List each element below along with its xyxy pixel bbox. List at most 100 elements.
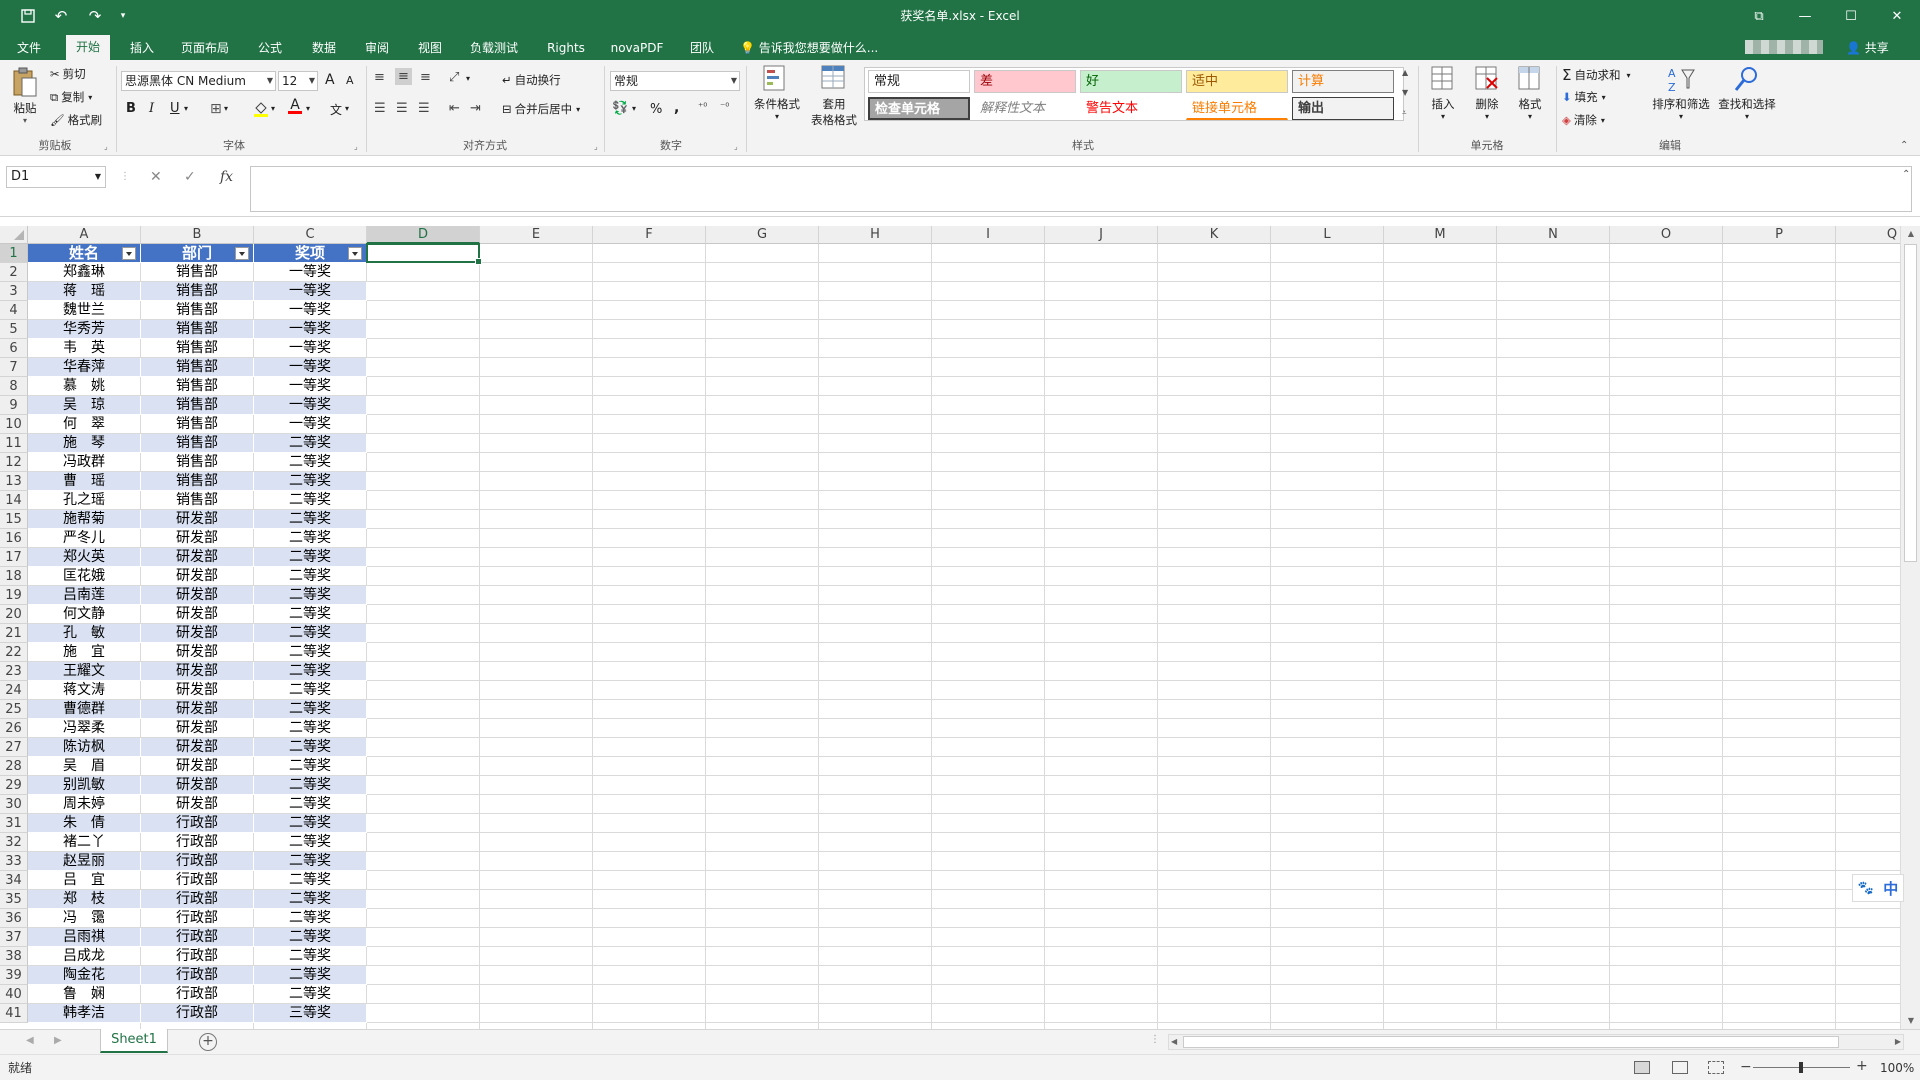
scroll-right-icon[interactable]: ▶ (1895, 1035, 1901, 1049)
cancel-entry-icon[interactable]: ✕ (150, 166, 162, 188)
table-cell[interactable]: 二等奖 (254, 871, 367, 890)
row-header[interactable]: 23 (0, 662, 28, 681)
table-cell[interactable]: 销售部 (141, 377, 254, 396)
table-cell[interactable]: 销售部 (141, 282, 254, 301)
table-cell[interactable]: 销售部 (141, 453, 254, 472)
table-cell[interactable]: 王耀文 (28, 662, 141, 681)
scroll-left-icon[interactable]: ◀ (1171, 1035, 1177, 1049)
italic-button[interactable]: I (149, 101, 154, 116)
table-cell[interactable]: 赵昱丽 (28, 852, 141, 871)
zoom-slider-thumb[interactable] (1799, 1062, 1803, 1073)
table-cell[interactable]: 郑 枝 (28, 890, 141, 909)
table-cell[interactable]: 一等奖 (254, 320, 367, 339)
table-cell[interactable]: 行政部 (141, 890, 254, 909)
paste-dropdown-icon[interactable]: ▾ (8, 116, 42, 125)
column-header-j[interactable]: J (1045, 226, 1158, 244)
column-header-g[interactable]: G (706, 226, 819, 244)
table-cell[interactable]: 褚二丫 (28, 833, 141, 852)
style-calculation[interactable]: 计算 (1292, 70, 1394, 93)
save-icon[interactable] (18, 0, 38, 32)
table-cell[interactable]: 郑火英 (28, 548, 141, 567)
zoom-in-icon[interactable]: + (1856, 1058, 1868, 1074)
vertical-scrollbar[interactable]: ▲ ▼ (1900, 226, 1920, 1029)
table-cell[interactable]: 吕成龙 (28, 947, 141, 966)
table-cell[interactable]: 二等奖 (254, 966, 367, 985)
tab-insert[interactable]: 插入 (120, 36, 164, 60)
table-cell[interactable]: 二等奖 (254, 852, 367, 871)
align-top-icon[interactable]: ≡ (374, 70, 385, 85)
scroll-up-icon[interactable]: ▲ (1901, 226, 1920, 242)
table-cell[interactable]: 孔 敏 (28, 624, 141, 643)
table-cell[interactable]: 二等奖 (254, 434, 367, 453)
table-cell[interactable]: 行政部 (141, 985, 254, 1004)
table-cell[interactable]: 研发部 (141, 586, 254, 605)
table-cell[interactable]: 销售部 (141, 339, 254, 358)
fill-button[interactable]: ⬇ 填充 ▾ (1562, 89, 1606, 105)
table-cell[interactable]: 研发部 (141, 529, 254, 548)
paste-button[interactable]: 粘贴 ▾ (8, 66, 42, 125)
orientation-icon[interactable]: ⤢ (449, 70, 459, 85)
table-cell[interactable]: 二等奖 (254, 681, 367, 700)
underline-button[interactable]: U (170, 101, 180, 116)
table-cell[interactable]: 何 翠 (28, 415, 141, 434)
tab-data[interactable]: 数据 (300, 36, 348, 60)
column-header-h[interactable]: H (819, 226, 932, 244)
row-header[interactable]: 14 (0, 491, 28, 510)
table-cell[interactable]: 二等奖 (254, 814, 367, 833)
gallery-down-icon[interactable]: ▼ (1402, 88, 1408, 97)
conditional-formatting-button[interactable]: 条件格式 ▾ (750, 64, 804, 121)
tab-team[interactable]: 团队 (682, 36, 722, 60)
tab-formulas[interactable]: 公式 (246, 36, 294, 60)
ribbon-display-options-button[interactable]: ⧉ (1736, 0, 1782, 32)
increase-indent-icon[interactable]: ⇥ (470, 101, 481, 116)
find-select-button[interactable]: 查找和选择 ▾ (1716, 64, 1778, 121)
table-cell[interactable]: 二等奖 (254, 643, 367, 662)
tab-file[interactable]: 文件 (6, 36, 52, 60)
insert-function-icon[interactable]: fx (220, 166, 233, 188)
delete-cells-button[interactable]: 删除 ▾ (1468, 64, 1506, 121)
table-cell[interactable]: 行政部 (141, 1004, 254, 1023)
copy-button[interactable]: ⧉ 复制 ▾ (50, 89, 92, 105)
row-header[interactable]: 40 (0, 985, 28, 1004)
format-painter-button[interactable]: 🖌 格式刷 (50, 112, 102, 128)
format-as-table-button[interactable]: 套用 表格格式 (806, 64, 862, 128)
borders-dropdown-icon[interactable]: ▾ (224, 104, 228, 113)
table-cell[interactable]: 冯 霭 (28, 909, 141, 928)
table-cell[interactable]: 曹德群 (28, 700, 141, 719)
column-header-k[interactable]: K (1158, 226, 1271, 244)
table-cell[interactable]: 二等奖 (254, 548, 367, 567)
table-cell[interactable]: 二等奖 (254, 928, 367, 947)
row-header[interactable]: 16 (0, 529, 28, 548)
table-cell[interactable]: 研发部 (141, 624, 254, 643)
table-cell[interactable]: 匡花娥 (28, 567, 141, 586)
row-header[interactable]: 15 (0, 510, 28, 529)
table-cell[interactable]: 二等奖 (254, 985, 367, 1004)
table-cell[interactable]: 一等奖 (254, 339, 367, 358)
style-check-cell[interactable]: 检查单元格 (868, 97, 970, 120)
font-color-dropdown-icon[interactable]: ▾ (306, 104, 310, 113)
table-cell[interactable]: 二等奖 (254, 947, 367, 966)
table-cell[interactable]: 二等奖 (254, 662, 367, 681)
table-cell[interactable]: 一等奖 (254, 282, 367, 301)
table-cell[interactable]: 行政部 (141, 852, 254, 871)
row-header[interactable]: 19 (0, 586, 28, 605)
table-cell[interactable]: 陈访枫 (28, 738, 141, 757)
row-header[interactable]: 29 (0, 776, 28, 795)
row-header[interactable]: 7 (0, 358, 28, 377)
table-cell[interactable]: 行政部 (141, 928, 254, 947)
tab-home[interactable]: 开始 (66, 35, 110, 60)
gallery-up-icon[interactable]: ▲ (1402, 68, 1408, 77)
table-header-cell[interactable]: 奖项 (254, 244, 367, 263)
row-header[interactable]: 20 (0, 605, 28, 624)
ime-indicator[interactable]: 🐾 中 (1852, 874, 1904, 902)
table-cell[interactable]: 行政部 (141, 871, 254, 890)
tab-view[interactable]: 视图 (406, 36, 454, 60)
row-header[interactable]: 13 (0, 472, 28, 491)
row-header[interactable]: 32 (0, 833, 28, 852)
font-size-combo[interactable]: 12 ▼ (278, 71, 318, 91)
filter-dropdown-icon[interactable] (122, 247, 136, 260)
table-cell[interactable]: 行政部 (141, 833, 254, 852)
table-cell[interactable]: 施帮菊 (28, 510, 141, 529)
table-header-cell[interactable]: 部门 (141, 244, 254, 263)
table-cell[interactable]: 陶金花 (28, 966, 141, 985)
